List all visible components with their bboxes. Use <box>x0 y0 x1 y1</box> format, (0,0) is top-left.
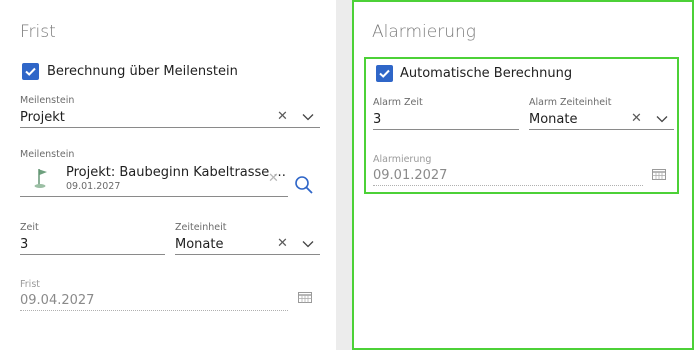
berechnung-checkbox-label[interactable]: Berechnung über Meilenstein <box>47 64 238 79</box>
flag-icon <box>34 169 47 188</box>
alarm-zeiteinheit-underline <box>529 129 674 130</box>
checkbox-check-icon <box>25 67 36 76</box>
alarmierung-title: Alarmierung <box>372 22 476 42</box>
search-icon[interactable] <box>294 175 314 195</box>
automatische-berechnung-label[interactable]: Automatische Berechnung <box>400 66 572 81</box>
calendar-icon[interactable] <box>652 169 666 180</box>
meilenstein-select-chevron-down-icon[interactable] <box>302 113 314 121</box>
alarmierung-date-label: Alarmierung <box>373 154 432 165</box>
zeiteinheit-value[interactable]: Monate <box>175 237 223 252</box>
alarm-zeit-input[interactable]: 3 <box>373 112 381 127</box>
zeiteinheit-clear-icon[interactable]: ✕ <box>277 237 288 250</box>
alarm-zeit-label: Alarm Zeit <box>373 97 423 108</box>
calendar-icon[interactable] <box>298 292 312 303</box>
meilenstein-lookup-clear-icon[interactable]: ✕ <box>268 172 279 185</box>
frist-date-value: 09.04.2027 <box>20 293 95 308</box>
zeit-underline <box>20 254 165 255</box>
frist-date-underline <box>20 310 288 311</box>
zeit-label: Zeit <box>20 222 39 233</box>
alarm-zeiteinheit-label: Alarm Zeiteinheit <box>529 97 612 108</box>
alarm-zeit-underline <box>373 129 519 130</box>
frist-panel: Frist Berechnung über Meilenstein Meilen… <box>0 0 336 350</box>
automatische-berechnung-checkbox[interactable] <box>376 65 393 82</box>
meilenstein-select-label: Meilenstein <box>20 95 75 106</box>
zeiteinheit-label: Zeiteinheit <box>175 222 227 233</box>
alarmierung-panel: Alarmierung Automatische Berechnung Alar… <box>352 0 694 350</box>
meilenstein-lookup-name[interactable]: Projekt: Baubeginn Kabeltrasse ... <box>66 165 286 180</box>
frist-date-label: Frist <box>20 279 40 290</box>
zeiteinheit-chevron-down-icon[interactable] <box>302 240 314 248</box>
meilenstein-select-clear-icon[interactable]: ✕ <box>277 110 288 123</box>
zeit-input[interactable]: 3 <box>20 237 28 252</box>
frist-title: Frist <box>20 22 56 42</box>
alarm-zeiteinheit-chevron-down-icon[interactable] <box>656 115 668 123</box>
alarmierung-highlight-box: Automatische Berechnung Alarm Zeit 3 Ala… <box>364 57 679 194</box>
alarm-zeiteinheit-value[interactable]: Monate <box>529 112 577 127</box>
zeiteinheit-underline <box>175 254 320 255</box>
alarmierung-date-underline <box>373 185 643 186</box>
alarm-zeiteinheit-clear-icon[interactable]: ✕ <box>631 112 642 125</box>
alarmierung-date-value: 09.01.2027 <box>373 168 448 183</box>
meilenstein-select-value[interactable]: Projekt <box>20 110 65 125</box>
berechnung-checkbox[interactable] <box>22 63 39 80</box>
meilenstein-lookup-label: Meilenstein <box>20 149 75 160</box>
meilenstein-lookup-underline <box>20 196 288 197</box>
meilenstein-lookup-date: 09.01.2027 <box>66 181 121 192</box>
meilenstein-select-underline <box>20 127 320 128</box>
checkbox-check-icon <box>379 69 390 78</box>
